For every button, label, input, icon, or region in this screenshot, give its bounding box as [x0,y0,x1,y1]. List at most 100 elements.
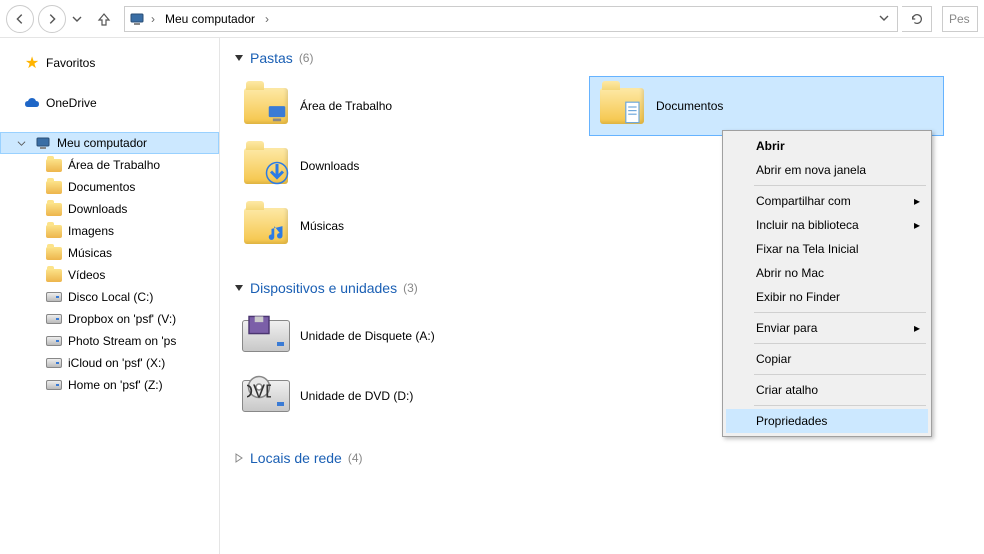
svg-text:DVD: DVD [247,382,271,400]
sidebar-item-home[interactable]: Home on 'psf' (Z:) [0,374,219,396]
ctx-label: Criar atalho [756,383,818,397]
group-title: Pastas [250,50,293,66]
folder-desktop-icon [242,82,290,130]
tile-dvd[interactable]: DVD Unidade de DVD (D:) [234,366,589,426]
tile-label: Downloads [300,159,359,173]
group-count: (3) [403,281,418,295]
refresh-button[interactable] [902,6,932,32]
ctx-show-finder[interactable]: Exibir no Finder [726,285,928,309]
submenu-arrow-icon: ▸ [914,321,920,335]
cloud-icon [24,95,40,111]
sidebar-item-label: Photo Stream on 'ps [68,334,176,348]
tile-label: Músicas [300,219,344,233]
address-bar[interactable]: › Meu computador › [124,6,898,32]
ctx-separator [754,185,926,186]
ctx-share-with[interactable]: Compartilhar com ▸ [726,189,928,213]
ctx-label: Enviar para [756,321,817,335]
sidebar-item-label: Imagens [68,224,114,238]
search-input[interactable]: Pes [942,6,978,32]
folder-icon [46,267,62,283]
dvd-drive-icon: DVD [242,372,290,420]
sidebar-item-label: Meu computador [57,136,147,150]
folder-icon [46,201,62,217]
breadcrumb-item[interactable]: Meu computador [161,10,259,28]
submenu-arrow-icon: ▸ [914,194,920,208]
sidebar-item-icloud[interactable]: iCloud on 'psf' (X:) [0,352,219,374]
sidebar-item-documents[interactable]: Documentos [0,176,219,198]
sidebar-item-label: Músicas [68,246,112,260]
address-toolbar: › Meu computador › Pes [0,0,984,38]
sidebar-item-favorites[interactable]: ★ Favoritos [0,52,219,74]
sidebar-item-local-disk[interactable]: Disco Local (C:) [0,286,219,308]
network-drive-icon [46,377,62,393]
computer-icon [129,11,145,27]
tile-desktop[interactable]: Área de Trabalho [234,76,589,136]
network-drive-icon [46,355,62,371]
ctx-separator [754,374,926,375]
ctx-label: Compartilhar com [756,194,851,208]
up-button[interactable] [92,7,116,31]
back-button[interactable] [6,5,34,33]
group-header-folders[interactable]: Pastas (6) [234,50,970,66]
folder-icon [46,245,62,261]
context-menu: Abrir Abrir em nova janela Compartilhar … [722,130,932,437]
submenu-arrow-icon: ▸ [914,218,920,232]
ctx-include-library[interactable]: Incluir na biblioteca▸ [726,213,928,237]
search-placeholder: Pes [949,12,970,26]
network-drive-icon [46,311,62,327]
address-dropdown[interactable] [875,12,893,26]
navigation-pane: ★ Favoritos OneDrive Meu computador Área… [0,38,220,554]
tile-music[interactable]: Músicas [234,196,589,256]
ctx-label: Propriedades [756,414,827,428]
ctx-open[interactable]: Abrir [726,134,928,158]
ctx-label: Exibir no Finder [756,290,840,304]
tile-label: Unidade de DVD (D:) [300,389,413,403]
tile-floppy[interactable]: Unidade de Disquete (A:) [234,306,589,366]
sidebar-item-label: OneDrive [46,96,97,110]
sidebar-item-label: Dropbox on 'psf' (V:) [68,312,176,326]
ctx-open-new-window[interactable]: Abrir em nova janela [726,158,928,182]
chevron-down-icon[interactable] [13,135,29,151]
ctx-open-mac[interactable]: Abrir no Mac [726,261,928,285]
tile-label: Documentos [656,99,723,113]
sidebar-item-label: Downloads [68,202,127,216]
sidebar-item-desktop[interactable]: Área de Trabalho [0,154,219,176]
ctx-separator [754,405,926,406]
sidebar-item-downloads[interactable]: Downloads [0,198,219,220]
sidebar-item-dropbox[interactable]: Dropbox on 'psf' (V:) [0,308,219,330]
sidebar-item-videos[interactable]: Vídeos [0,264,219,286]
ctx-copy[interactable]: Copiar [726,347,928,371]
chevron-right-icon[interactable]: › [151,12,155,26]
sidebar-item-photostream[interactable]: Photo Stream on 'ps [0,330,219,352]
group-title: Locais de rede [250,450,342,466]
tile-downloads[interactable]: Downloads [234,136,589,196]
network-drive-icon [46,333,62,349]
computer-icon [35,135,51,151]
sidebar-item-label: Área de Trabalho [68,158,160,172]
ctx-label: Copiar [756,352,791,366]
sidebar-item-onedrive[interactable]: OneDrive [0,92,219,114]
ctx-label: Abrir [756,139,785,153]
sidebar-item-label: Vídeos [68,268,105,282]
sidebar-item-pictures[interactable]: Imagens [0,220,219,242]
expand-icon [234,453,244,463]
sidebar-item-label: Documentos [68,180,135,194]
tile-documents[interactable]: Documentos [589,76,944,136]
group-header-network[interactable]: Locais de rede (4) [234,450,970,466]
folder-music-icon [242,202,290,250]
sidebar-item-label: Disco Local (C:) [68,290,153,304]
folder-icon [46,223,62,239]
ctx-pin-start[interactable]: Fixar na Tela Inicial [726,237,928,261]
sidebar-item-computer[interactable]: Meu computador [0,132,219,154]
ctx-separator [754,343,926,344]
forward-button[interactable] [38,5,66,33]
ctx-properties[interactable]: Propriedades [726,409,928,433]
chevron-right-icon[interactable]: › [265,12,269,26]
ctx-create-shortcut[interactable]: Criar atalho [726,378,928,402]
recent-locations-dropdown[interactable] [70,14,84,24]
ctx-send-to[interactable]: Enviar para ▸ [726,316,928,340]
sidebar-item-music[interactable]: Músicas [0,242,219,264]
folder-documents-icon [598,82,646,130]
group-count: (6) [299,51,314,65]
sidebar-item-label: iCloud on 'psf' (X:) [68,356,165,370]
